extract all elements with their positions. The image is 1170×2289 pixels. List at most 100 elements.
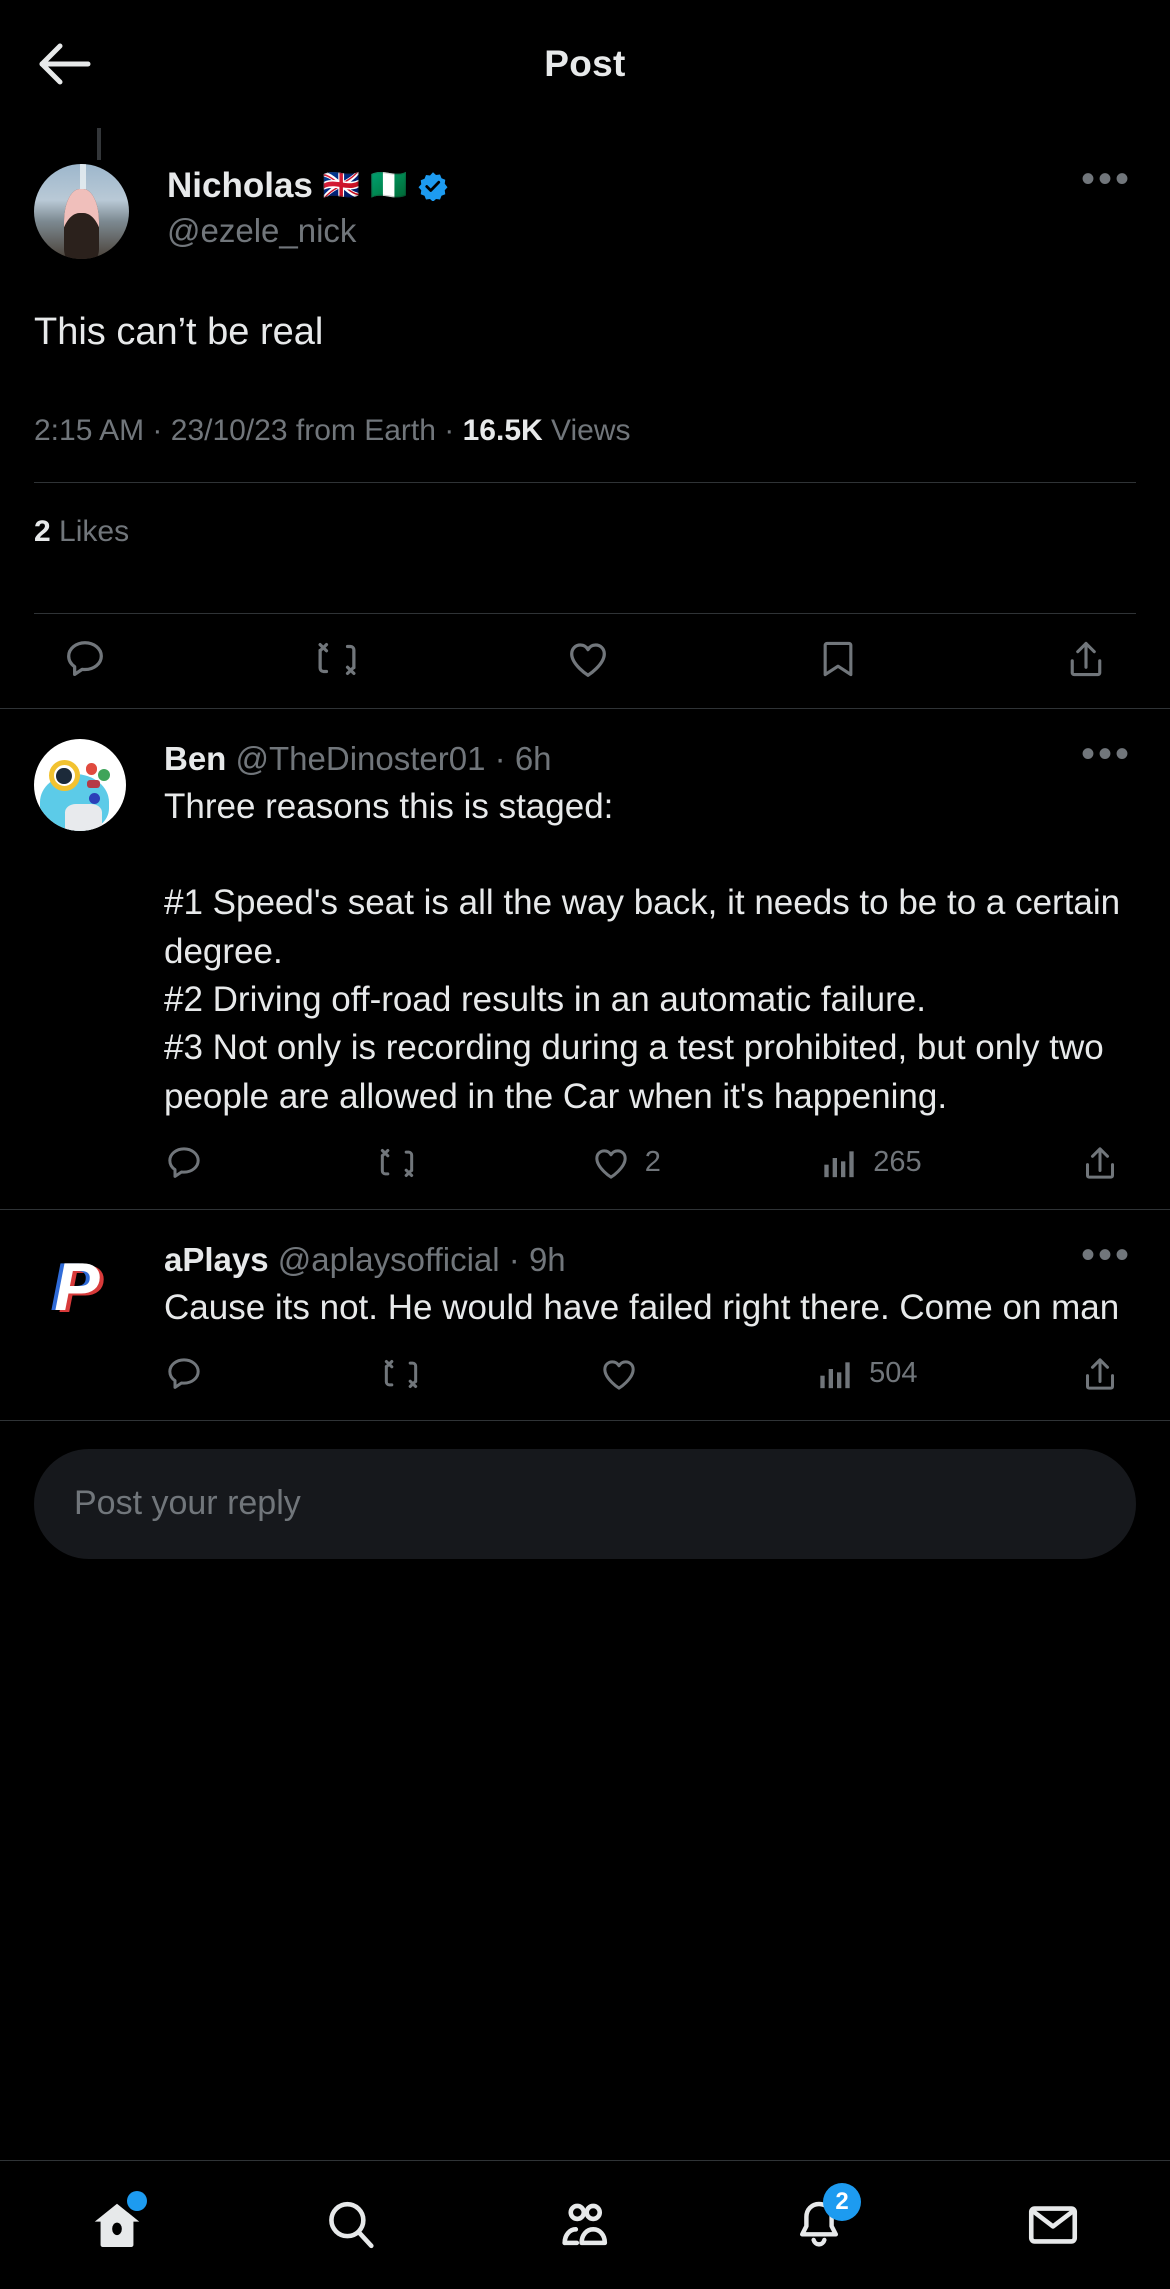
share-button[interactable] <box>1064 636 1108 682</box>
nav-home[interactable] <box>67 2185 167 2265</box>
main-post-actions <box>34 614 1136 708</box>
app-header: Post <box>0 0 1170 128</box>
reply-author-line: Ben @TheDinoster01 · 6h <box>164 739 1077 779</box>
reply-text: Three reasons this is staged: #1 Speed's… <box>164 786 1121 1116</box>
heart-icon <box>595 1149 627 1179</box>
repost-button[interactable] <box>380 1354 436 1394</box>
heart-icon <box>570 643 606 678</box>
repost-icon <box>318 643 355 676</box>
reply-button[interactable] <box>164 1354 218 1394</box>
reply-item: P aPlays @aplaysofficial · 9h ••• Cause … <box>0 1210 1170 1420</box>
share-icon <box>1085 1358 1114 1390</box>
reply-display-name: Ben <box>164 740 227 778</box>
reply-item: Ben @TheDinoster01 · 6h ••• Three reason… <box>0 709 1170 1209</box>
home-unread-dot <box>127 2191 147 2211</box>
reply-actions: 2 265 <box>164 1121 1136 1209</box>
repost-icon <box>381 1148 414 1177</box>
meta-sep-1: · <box>152 414 163 448</box>
reply-icon <box>168 1358 200 1389</box>
reply-text: Cause its not. He would have failed righ… <box>164 1287 1120 1327</box>
reply-button[interactable] <box>62 636 108 682</box>
reply-actions: 504 <box>164 1332 1136 1420</box>
heart-icon <box>603 1360 635 1390</box>
ben-avatar-art <box>34 739 126 832</box>
reply-more-button[interactable]: ••• <box>1077 734 1136 774</box>
views-button[interactable]: 504 <box>815 1354 918 1394</box>
reply-handle[interactable]: @TheDinoster01 <box>236 740 486 777</box>
post-metadata: 2:15 AM · 23/10/23 from Earth · 16.5K Vi… <box>34 414 1136 448</box>
avatar[interactable] <box>34 164 129 259</box>
bookmark-button[interactable] <box>816 636 860 682</box>
reply-input-placeholder[interactable]: Post your reply <box>74 1484 301 1523</box>
nav-notifications[interactable]: 2 <box>769 2183 869 2265</box>
repost-icon <box>385 1359 418 1388</box>
views-count: 504 <box>869 1357 918 1390</box>
post-detail-screen: Post Nicholas 🇬🇧 🇳🇬 @ezele_nick ••• This… <box>0 0 1170 2289</box>
back-button[interactable] <box>34 33 96 95</box>
reply-sep: · <box>508 1240 520 1278</box>
main-post-text: This can’t be real <box>34 311 324 353</box>
reply-more-button[interactable]: ••• <box>1077 1235 1136 1275</box>
reply-content: aPlays @aplaysofficial · 9h ••• Cause it… <box>164 1235 1136 1420</box>
search-icon <box>329 2201 374 2249</box>
views-count: 16.5K <box>462 414 543 448</box>
author-name-row: Nicholas 🇬🇧 🇳🇬 <box>167 166 1077 206</box>
views-label: Views <box>551 414 631 448</box>
views-count: 265 <box>873 1146 922 1179</box>
analytics-icon <box>824 1151 854 1178</box>
thread-content: Nicholas 🇬🇧 🇳🇬 @ezele_nick ••• This can’… <box>0 128 1170 2160</box>
like-button[interactable]: 2 <box>591 1143 661 1183</box>
aplays-avatar-art: P <box>34 1239 126 1332</box>
nav-messages[interactable] <box>1003 2185 1103 2265</box>
reply-composer-area: Post your reply <box>0 1421 1170 1589</box>
arrow-left-icon <box>39 43 91 85</box>
like-count: 2 <box>644 1146 661 1179</box>
flag-gb-icon: 🇬🇧 <box>322 169 361 203</box>
reply-composer[interactable]: Post your reply <box>34 1448 1136 1559</box>
flag-ng-icon: 🇳🇬 <box>370 169 408 203</box>
views-button[interactable]: 265 <box>819 1143 922 1183</box>
reply-handle[interactable]: @aplaysofficial <box>278 1241 500 1278</box>
avatar[interactable] <box>34 739 126 832</box>
likes-summary[interactable]: 2 Likes <box>34 483 1136 579</box>
share-button[interactable] <box>1080 1143 1120 1183</box>
like-button[interactable] <box>599 1354 653 1394</box>
share-icon <box>1070 642 1102 677</box>
main-post: Nicholas 🇬🇧 🇳🇬 @ezele_nick ••• This can’… <box>0 128 1170 708</box>
reply-display-name: aPlays <box>164 1240 269 1278</box>
bottom-navigation: 2 <box>0 2160 1170 2289</box>
like-button[interactable] <box>565 636 611 682</box>
author-handle[interactable]: @ezele_nick <box>167 211 1077 251</box>
repost-button[interactable] <box>376 1143 432 1183</box>
post-more-button[interactable]: ••• <box>1077 159 1136 199</box>
main-post-header: Nicholas 🇬🇧 🇳🇬 @ezele_nick ••• <box>34 128 1136 259</box>
notifications-badge: 2 <box>823 2183 861 2221</box>
nav-communities[interactable] <box>535 2185 635 2265</box>
author-info: Nicholas 🇬🇧 🇳🇬 @ezele_nick <box>167 164 1077 251</box>
reply-time: 6h <box>514 740 552 778</box>
reply-icon <box>168 1147 200 1178</box>
repost-button[interactable] <box>313 636 361 682</box>
likes-count: 2 <box>34 515 51 549</box>
reply-button[interactable] <box>164 1143 218 1183</box>
reply-content: Ben @TheDinoster01 · 6h ••• Three reason… <box>164 734 1136 1209</box>
share-button[interactable] <box>1080 1354 1120 1394</box>
reply-author-line: aPlays @aplaysofficial · 9h <box>164 1240 1077 1280</box>
reply-header: aPlays @aplaysofficial · 9h ••• <box>164 1235 1136 1280</box>
post-time: 2:15 AM <box>34 414 145 448</box>
thread-line <box>97 128 101 160</box>
verified-badge-icon <box>418 172 448 202</box>
likes-label: Likes <box>59 515 130 549</box>
post-date: 23/10/23 from Earth <box>170 414 436 448</box>
meta-sep-2: · <box>444 414 455 448</box>
avatar[interactable]: P <box>34 1239 126 1332</box>
nav-search[interactable] <box>301 2185 401 2265</box>
bookmark-icon <box>823 642 852 677</box>
author-display-name: Nicholas <box>167 166 313 205</box>
page-title: Post <box>544 43 626 84</box>
analytics-icon <box>820 1362 850 1389</box>
mail-icon <box>1028 2206 1078 2244</box>
reply-header: Ben @TheDinoster01 · 6h ••• <box>164 734 1136 779</box>
reply-time: 9h <box>528 1240 566 1278</box>
reply-sep: · <box>494 740 506 778</box>
